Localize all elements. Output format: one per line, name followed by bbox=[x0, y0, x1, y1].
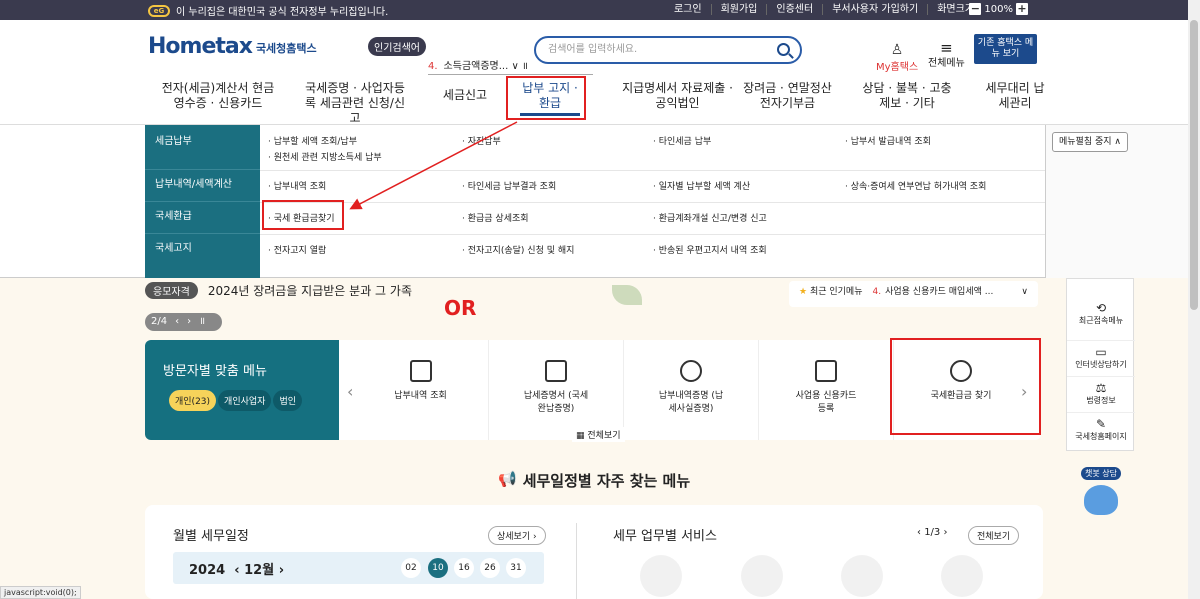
chevron-down-icon[interactable]: ∨ bbox=[1021, 281, 1028, 303]
gavel-icon: ⚖ bbox=[1095, 381, 1107, 395]
next-icon[interactable]: › bbox=[187, 313, 191, 331]
recent-icon: ⟲ bbox=[1095, 301, 1107, 315]
chatbot-icon bbox=[1084, 485, 1118, 515]
promo-tag: 응모자격 bbox=[145, 281, 198, 299]
highlight-box-refund-card bbox=[890, 338, 1041, 435]
document-icon[interactable] bbox=[741, 555, 783, 597]
service-title: 세무 업무별 서비스 bbox=[613, 529, 717, 544]
tab-corporation[interactable]: 법인 bbox=[273, 390, 303, 411]
day-button[interactable]: 26 bbox=[480, 558, 500, 578]
tab-personal[interactable]: 개인(23) bbox=[169, 390, 217, 411]
sidebar-recent[interactable]: ⟲ 최근접속메뉴 bbox=[1067, 291, 1135, 341]
divider bbox=[576, 523, 577, 599]
megaphone-icon: 📢 bbox=[498, 470, 517, 488]
hot-menu[interactable]: ★ 최근 인기메뉴 4. 사업용 신용카드 매입세액 ... ∨ bbox=[789, 281, 1038, 307]
house-icon[interactable] bbox=[640, 555, 682, 597]
section-title: 📢 세무일정별 자주 찾는 메뉴 bbox=[498, 470, 691, 490]
status-bar: javascript:void(0); bbox=[0, 586, 81, 599]
day-button[interactable]: 02 bbox=[401, 558, 421, 578]
full-view-button[interactable]: ▦ 전체보기 bbox=[572, 427, 625, 442]
service-pager[interactable]: ‹ 1/3 › bbox=[917, 527, 947, 538]
visitor-panel: 방문자별 맞춤 메뉴 개인(23) 개인사업자 법인 bbox=[145, 340, 339, 440]
detail-button[interactable]: 상세보기 › bbox=[488, 526, 546, 545]
chatbot-button[interactable]: 챗봇 상담 bbox=[1078, 467, 1124, 515]
calendar-month: 2024 ‹ 12월 › bbox=[189, 563, 285, 578]
star-icon: ★ bbox=[799, 287, 808, 297]
promo-text: 2024년 장려금을 지급받은 분과 그 가족 bbox=[207, 283, 412, 298]
menu-card-payment-history[interactable]: 납부내역 조회 bbox=[353, 340, 488, 440]
grid-icon: ▦ bbox=[576, 431, 585, 441]
prev-icon[interactable]: ‹ bbox=[175, 313, 179, 331]
home-money-icon[interactable] bbox=[941, 555, 983, 597]
quick-sidebar: ⟲ 최근접속메뉴 ▭ 인터넷상담하기 ⚖ 법령정보 ✎ 국세청홈페이지 bbox=[1066, 278, 1135, 451]
menu-card-tax-certificate[interactable]: 납세증명서 (국세완납증명) bbox=[488, 340, 623, 440]
calendar-strip: 2024 ‹ 12월 › 02 10 16 26 31 bbox=[173, 552, 544, 584]
sidebar-law[interactable]: ⚖ 법령정보 bbox=[1067, 377, 1135, 413]
day-button[interactable]: 31 bbox=[506, 558, 526, 578]
menu-card-credit-card[interactable]: 사업용 신용카드 등록 bbox=[758, 340, 893, 440]
certificate-icon bbox=[545, 360, 567, 382]
monthly-title: 월별 세무일정 bbox=[173, 529, 249, 544]
day-button-selected[interactable]: 10 bbox=[428, 558, 448, 578]
cart-icon[interactable] bbox=[841, 555, 883, 597]
menu-card-payment-proof[interactable]: 납부내역증명 (납세사실증명) bbox=[623, 340, 758, 440]
schedule-cards: 월별 세무일정 상세보기 › 2024 ‹ 12월 › 02 10 16 26 … bbox=[145, 505, 1043, 599]
pause-icon[interactable]: ॥ bbox=[199, 313, 205, 331]
visitor-title: 방문자별 맞춤 메뉴 bbox=[163, 364, 267, 379]
chatbot-label: 챗봇 상담 bbox=[1081, 467, 1121, 480]
edit-icon: ✎ bbox=[1095, 417, 1107, 431]
arrow-to-refund bbox=[349, 121, 518, 210]
sidebar-consult[interactable]: ▭ 인터넷상담하기 bbox=[1067, 341, 1135, 377]
promo-banner[interactable]: 응모자격 2024년 장려금을 지급받은 분과 그 가족 bbox=[145, 281, 412, 299]
visitor-tabs: 개인(23) 개인사업자 법인 bbox=[169, 390, 303, 411]
banner-pager: 2/4 ‹ › ॥ bbox=[145, 313, 222, 331]
tab-self-employed[interactable]: 개인사업자 bbox=[218, 390, 272, 411]
monitor-icon: ▭ bbox=[1095, 345, 1107, 359]
day-button[interactable]: 16 bbox=[454, 558, 474, 578]
sidebar-homepage[interactable]: ✎ 국세청홈페이지 bbox=[1067, 413, 1135, 449]
or-label: OR bbox=[444, 296, 477, 320]
scrollbar-thumb[interactable] bbox=[1190, 20, 1198, 310]
card-icon bbox=[815, 360, 837, 382]
document-search-icon bbox=[409, 360, 432, 382]
money-bag-icon bbox=[680, 360, 702, 382]
scrollbar[interactable] bbox=[1188, 0, 1200, 599]
pager-count: 2/4 bbox=[151, 316, 168, 327]
service-all-button[interactable]: 전체보기 bbox=[968, 526, 1020, 545]
